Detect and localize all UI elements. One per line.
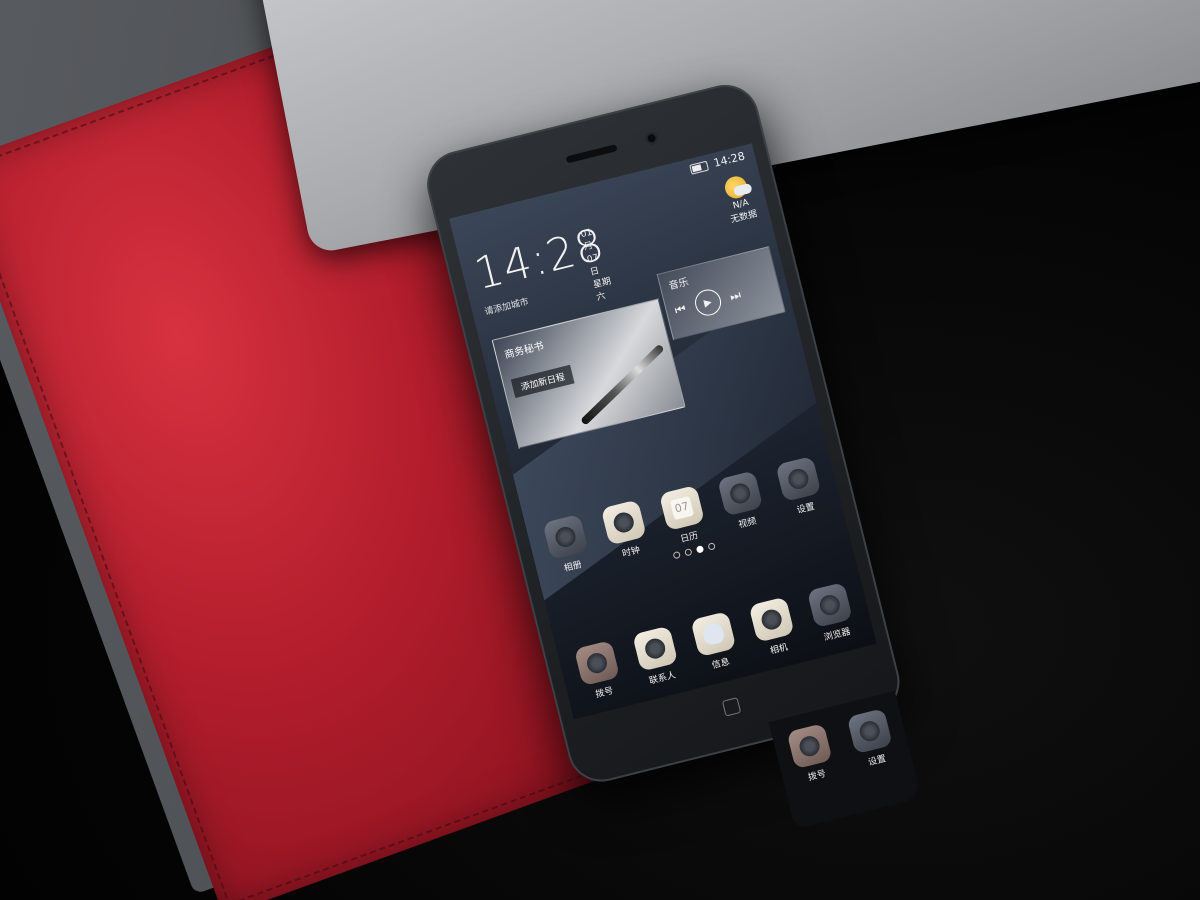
app-label: 日历 <box>679 531 700 546</box>
page-dot <box>707 542 716 551</box>
settings-icon <box>846 708 893 755</box>
pen-image <box>580 343 665 426</box>
page-dot <box>684 547 693 557</box>
prev-track-icon[interactable]: ⏮ <box>673 301 687 318</box>
weather-widget[interactable]: N/A 无数据 <box>721 173 758 225</box>
photo-scene: 14:28 14:28 01月07日 星期六 请添加城市 N/A 无数据 商务秘… <box>0 0 1200 900</box>
app-label: 联系人 <box>648 670 678 687</box>
app-row-2: 拨号 联系人 信息 相机 浏览器 <box>567 580 864 704</box>
app-label: 视频 <box>737 516 758 531</box>
browser-icon <box>806 582 853 629</box>
app-dialer[interactable]: 拨号 <box>567 638 631 704</box>
page-dot-active <box>695 545 705 554</box>
app-settings-fragment[interactable]: 设置 <box>840 706 904 772</box>
app-contacts[interactable]: 联系人 <box>625 624 689 690</box>
message-icon <box>690 611 737 658</box>
app-dialer-fragment[interactable]: 拨号 <box>780 721 844 787</box>
play-button[interactable]: ▶ <box>692 286 724 319</box>
app-messages[interactable]: 信息 <box>684 609 748 675</box>
app-browser[interactable]: 浏览器 <box>800 580 864 646</box>
app-label: 设置 <box>867 754 888 769</box>
camera-icon <box>748 596 795 643</box>
front-camera <box>644 131 659 146</box>
clock-widget[interactable]: 14:28 01月07日 星期六 请添加城市 <box>469 219 614 318</box>
earpiece-speaker <box>565 144 618 164</box>
settings-icon <box>775 455 822 502</box>
status-bar: 14:28 <box>689 150 746 176</box>
app-video[interactable]: 视频 <box>710 469 774 535</box>
play-icon: ▶ <box>702 296 713 309</box>
music-title: 音乐 <box>667 276 690 293</box>
app-label: 拨号 <box>594 686 615 701</box>
phone-icon <box>573 640 621 687</box>
video-icon <box>717 470 764 517</box>
app-label: 设置 <box>795 501 816 517</box>
app-calendar[interactable]: 07 日历 <box>652 483 716 549</box>
battery-icon <box>689 160 710 175</box>
app-label: 浏览器 <box>823 627 852 644</box>
calendar-day: 07 <box>669 495 695 521</box>
app-label: 时钟 <box>621 545 642 560</box>
app-label: 信息 <box>710 657 731 672</box>
status-time: 14:28 <box>712 149 747 170</box>
add-schedule-button[interactable]: 添加新日程 <box>510 364 575 398</box>
weather-cloud-sun-icon <box>723 173 750 201</box>
secretary-title: 商务秘书 <box>503 340 546 362</box>
next-track-icon[interactable]: ⏭ <box>728 287 742 304</box>
app-label: 拨号 <box>807 769 828 784</box>
clock-icon <box>600 499 647 546</box>
home-button[interactable] <box>721 697 742 717</box>
page-dot <box>672 550 681 560</box>
photo-icon <box>542 513 589 561</box>
calendar-icon: 07 <box>658 484 705 531</box>
fragment-app-row: 拨号 设置 <box>780 706 904 787</box>
phone-icon <box>786 723 833 770</box>
app-clock[interactable]: 时钟 <box>594 498 658 564</box>
app-label: 相机 <box>769 642 790 657</box>
contacts-icon <box>632 625 679 672</box>
app-settings[interactable]: 设置 <box>769 454 833 520</box>
app-camera[interactable]: 相机 <box>742 595 806 661</box>
